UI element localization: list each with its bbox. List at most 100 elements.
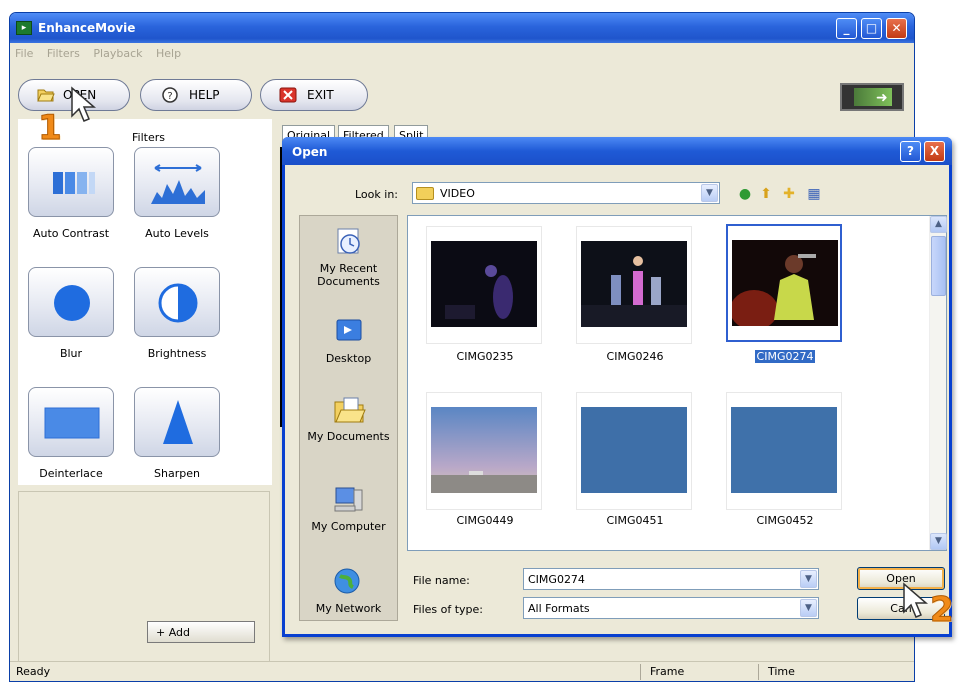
- look-in-select[interactable]: VIDEO ▼: [412, 182, 720, 204]
- place-label: My Documents: [307, 430, 390, 443]
- file-thumbnail[interactable]: [576, 226, 692, 344]
- exit-button[interactable]: EXIT: [260, 79, 368, 111]
- my-documents-icon: [334, 397, 366, 423]
- scroll-up-icon[interactable]: ▲: [930, 216, 947, 233]
- look-in-label: Look in:: [355, 188, 398, 201]
- up-folder-icon[interactable]: ⬆: [757, 185, 775, 203]
- back-icon[interactable]: ●: [736, 185, 754, 203]
- menu-help[interactable]: Help: [151, 43, 186, 60]
- auto-contrast-icon: [53, 172, 95, 194]
- file-name[interactable]: CIMG0449: [419, 514, 551, 527]
- new-folder-icon[interactable]: ✚: [780, 185, 798, 203]
- open-dialog: Open ? X Look in: VIDEO ▼ ● ⬆ ✚ ▦ My Rec…: [282, 137, 952, 637]
- file-list-scrollbar[interactable]: ▲ ▼: [929, 216, 947, 550]
- file-type-value: All Formats: [528, 602, 590, 615]
- place-desktop[interactable]: Desktop: [300, 316, 397, 365]
- deinterlace-filter[interactable]: [28, 387, 114, 457]
- auto-contrast-filter[interactable]: [28, 147, 114, 217]
- add-filter-button[interactable]: + Add: [147, 621, 255, 643]
- file-name[interactable]: CIMG0451: [569, 514, 701, 527]
- filter-label: Deinterlace: [39, 467, 103, 480]
- desktop-icon: [336, 319, 361, 341]
- places-bar: My Recent Documents Desktop My Documents: [299, 215, 398, 621]
- title-bar[interactable]: ▸ EnhanceMovie _ □ ✕: [10, 13, 914, 43]
- place-recent-documents[interactable]: My Recent Documents: [300, 226, 397, 288]
- file-name-input[interactable]: CIMG0274 ▼: [523, 568, 819, 590]
- dialog-help-button[interactable]: ?: [900, 141, 921, 162]
- menu-filters[interactable]: Filters: [42, 43, 85, 60]
- close-button[interactable]: ✕: [886, 18, 907, 39]
- step-badge: 1: [38, 108, 63, 149]
- status-bar: Ready Frame Time: [10, 661, 914, 681]
- my-computer-icon: [334, 487, 362, 512]
- status-time: Time: [768, 665, 795, 678]
- minimize-button[interactable]: _: [836, 18, 857, 39]
- mouse-cursor-icon: [903, 582, 929, 618]
- dialog-title-bar[interactable]: Open ? X: [282, 137, 952, 165]
- place-my-computer[interactable]: My Computer: [300, 484, 397, 533]
- file-name-selected[interactable]: CIMG0274: [719, 349, 851, 364]
- place-my-documents[interactable]: My Documents: [300, 394, 397, 443]
- view-menu-icon[interactable]: ▦: [805, 185, 823, 203]
- status-frame: Frame: [650, 665, 685, 678]
- place-label: My Recent Documents: [317, 262, 380, 288]
- folder-icon: [416, 187, 434, 200]
- filter-label: Auto Contrast: [32, 227, 110, 240]
- recent-documents-icon: [337, 228, 360, 254]
- chevron-down-icon[interactable]: ▼: [800, 570, 817, 588]
- file-name-value: CIMG0274: [528, 573, 585, 586]
- brightness-filter[interactable]: [134, 267, 220, 337]
- menu-playback[interactable]: Playback: [88, 43, 147, 60]
- help-label: HELP: [189, 88, 220, 102]
- sharpen-filter[interactable]: [134, 387, 220, 457]
- app-icon: ▸: [16, 21, 32, 35]
- file-name[interactable]: CIMG0246: [569, 350, 701, 363]
- place-label: My Computer: [311, 520, 386, 533]
- filters-title: Filters: [132, 131, 165, 144]
- place-my-network[interactable]: My Network: [300, 566, 397, 615]
- file-type-label: Files of type:: [413, 603, 484, 616]
- my-network-icon: [334, 568, 359, 594]
- file-thumbnail[interactable]: [726, 392, 842, 510]
- scrollbar-thumb[interactable]: [931, 236, 946, 296]
- file-thumbnail[interactable]: [576, 392, 692, 510]
- chevron-down-icon[interactable]: ▼: [800, 599, 817, 617]
- video-thumbnail-image: [431, 407, 537, 493]
- menu-file[interactable]: File: [10, 43, 38, 60]
- menu-bar: File Filters Playback Help: [10, 43, 914, 65]
- chevron-down-icon[interactable]: ▼: [701, 184, 718, 202]
- auto-levels-filter[interactable]: [134, 147, 220, 217]
- filter-label: Auto Levels: [145, 227, 209, 240]
- status-text: Ready: [16, 665, 51, 678]
- toolbar: OPEN ? HELP EXIT ➜: [10, 65, 914, 113]
- video-thumbnail-image: [732, 240, 838, 326]
- video-thumbnail-image: [581, 407, 687, 493]
- svg-text:?: ?: [167, 91, 172, 102]
- video-thumbnail-image: [731, 407, 837, 493]
- file-name[interactable]: CIMG0235: [419, 350, 551, 363]
- file-type-select[interactable]: All Formats ▼: [523, 597, 819, 619]
- file-thumbnail[interactable]: [426, 226, 542, 344]
- file-name-label: File name:: [413, 574, 470, 587]
- help-button[interactable]: ? HELP: [140, 79, 252, 111]
- blur-filter[interactable]: [28, 267, 114, 337]
- deinterlace-icon: [44, 407, 100, 439]
- file-name[interactable]: CIMG0452: [719, 514, 851, 527]
- help-icon: ?: [162, 87, 178, 103]
- look-in-value: VIDEO: [440, 187, 475, 200]
- video-thumbnail-image: [581, 241, 687, 327]
- window-title: EnhanceMovie: [38, 21, 136, 35]
- place-label: Desktop: [325, 352, 372, 365]
- filter-label: Sharpen: [154, 467, 200, 480]
- dialog-close-button[interactable]: X: [924, 141, 945, 162]
- place-label: My Network: [315, 602, 382, 615]
- auto-levels-icon: [151, 164, 205, 204]
- file-thumbnail[interactable]: [426, 392, 542, 510]
- mouse-cursor-icon: [71, 86, 97, 122]
- file-list: CIMG0235 CIMG0246 CIMG0274 CIMG0449 CIMG…: [407, 215, 947, 551]
- maximize-button[interactable]: □: [861, 18, 882, 39]
- scroll-down-icon[interactable]: ▼: [930, 533, 947, 550]
- filter-label: Brightness: [147, 347, 207, 360]
- file-thumbnail-selected[interactable]: [726, 224, 842, 342]
- sharpen-icon: [163, 400, 193, 444]
